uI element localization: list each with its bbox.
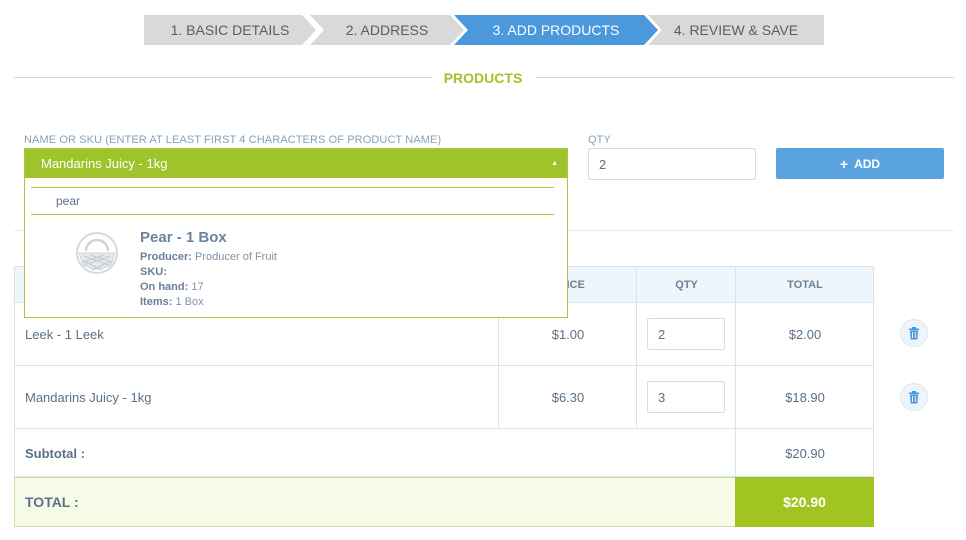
row-qty-input[interactable]	[647, 381, 725, 413]
caret-up-icon: ▲	[551, 160, 558, 167]
header-qty: QTY	[675, 279, 698, 291]
option-title: Pear - 1 Box	[140, 229, 227, 246]
step-review-save[interactable]: 4. REVIEW & SAVE	[648, 15, 824, 45]
delete-row-button[interactable]	[900, 319, 928, 347]
sku-label: SKU:	[140, 266, 167, 278]
step-add-products[interactable]: 3. ADD PRODUCTS	[454, 15, 658, 45]
trash-icon	[909, 390, 919, 403]
header-total: TOTAL	[787, 279, 823, 291]
row-product-name: Leek - 1 Leek	[25, 327, 104, 342]
add-product-button[interactable]: + ADD	[776, 148, 944, 179]
option-sku: SKU:	[140, 266, 167, 278]
items-value: 1 Box	[175, 296, 204, 308]
on-hand-value: 17	[191, 281, 204, 293]
row-total: $2.00	[788, 327, 822, 342]
total-label: TOTAL :	[25, 494, 79, 510]
plus-icon: +	[839, 155, 849, 172]
product-select[interactable]: Mandarins Juicy - 1kg ▲	[25, 149, 567, 178]
product-select-dropdown: Mandarins Juicy - 1kg ▲ Pear - 1 Box Pro…	[24, 148, 568, 318]
add-button-label: ADD	[854, 156, 881, 171]
delete-row-button[interactable]	[900, 383, 928, 411]
total-value: $20.90	[735, 477, 874, 527]
row-qty-input[interactable]	[647, 318, 725, 350]
step-address[interactable]: 2. ADDRESS	[310, 15, 464, 45]
product-search-input[interactable]	[31, 187, 554, 215]
step-basic-details[interactable]: 1. BASIC DETAILS	[144, 15, 316, 45]
row-total: $18.90	[785, 390, 825, 405]
producer-value: Producer of Fruit	[195, 251, 277, 263]
subtotal-label: Subtotal :	[25, 446, 85, 461]
on-hand-label: On hand:	[140, 281, 189, 293]
qty-input[interactable]	[588, 148, 756, 180]
section-title: PRODUCTS	[433, 70, 533, 86]
col-divider	[735, 266, 736, 477]
subtotal-value: $20.90	[785, 446, 825, 461]
option-items: Items: 1 Box	[140, 296, 204, 308]
items-label: Items:	[140, 296, 173, 308]
table-row: Mandarins Juicy - 1kg $6.30 $18.90	[14, 366, 874, 429]
option-producer: Producer: Producer of Fruit	[140, 251, 277, 263]
subtotal-row: Subtotal : $20.90	[14, 429, 874, 477]
qty-label: QTY	[588, 134, 611, 146]
section-title-wrap: PRODUCTS	[0, 70, 966, 86]
row-price: $1.00	[551, 327, 585, 342]
col-divider	[498, 303, 499, 429]
selected-product: Mandarins Juicy - 1kg	[41, 156, 168, 171]
producer-label: Producer:	[140, 251, 192, 263]
trash-icon	[909, 326, 919, 339]
product-name-label: NAME OR SKU (ENTER AT LEAST FIRST 4 CHAR…	[24, 134, 442, 146]
row-price: $6.30	[551, 390, 585, 405]
row-product-name: Mandarins Juicy - 1kg	[25, 390, 152, 405]
fruit-basket-icon	[76, 232, 118, 274]
checkout-stepper: 1. BASIC DETAILS 2. ADDRESS 3. ADD PRODU…	[144, 15, 824, 45]
option-on-hand: On hand: 17	[140, 281, 204, 293]
dropdown-option[interactable]: Pear - 1 Box Producer: Producer of Fruit…	[25, 225, 567, 309]
col-divider	[636, 266, 637, 429]
